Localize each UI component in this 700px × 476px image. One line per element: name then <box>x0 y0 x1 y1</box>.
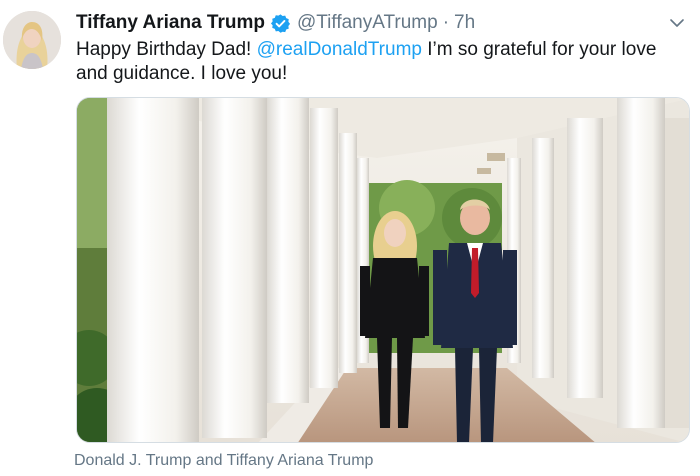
photo-caption: Donald J. Trump and Tiffany Ariana Trump <box>74 452 374 469</box>
chevron-down-icon[interactable] <box>668 14 686 32</box>
tweet-header: Tiffany Ariana Trump @TiffanyATrump · 7h <box>76 12 475 34</box>
tweet-text-before: Happy Birthday Dad! <box>76 39 257 60</box>
avatar-image <box>3 11 61 69</box>
separator-dot: · <box>442 12 450 33</box>
verified-badge-icon <box>270 13 291 33</box>
timestamp[interactable]: 7h <box>454 12 475 34</box>
tweet-photo[interactable] <box>76 97 690 443</box>
mention-link[interactable]: @realDonaldTrump <box>257 39 422 60</box>
handle[interactable]: @TiffanyATrump <box>297 12 438 34</box>
tweet-text: Happy Birthday Dad! @realDonaldTrump I’m… <box>76 38 686 86</box>
colonnade-photo <box>77 98 689 442</box>
avatar[interactable] <box>3 11 61 69</box>
display-name[interactable]: Tiffany Ariana Trump <box>76 12 265 34</box>
